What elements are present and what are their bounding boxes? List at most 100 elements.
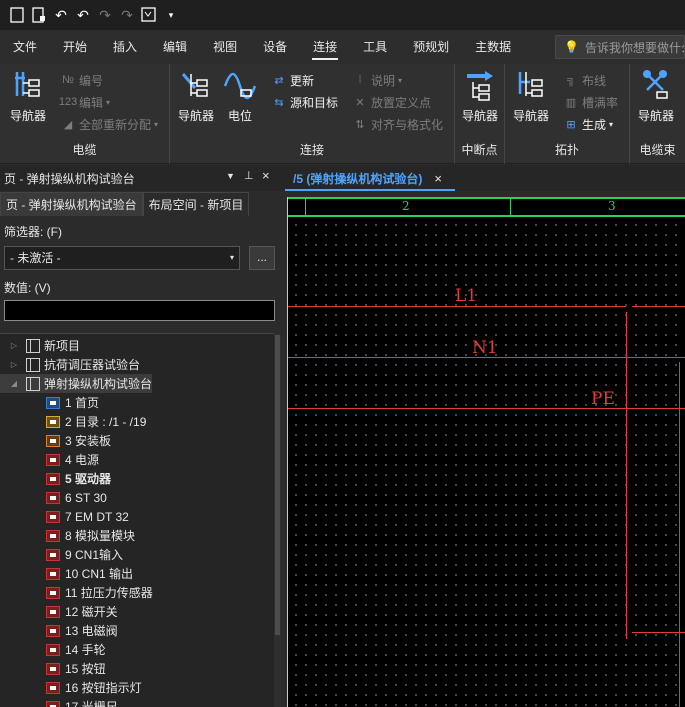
tree-project-item[interactable]: ▷ 抗荷调压器试验台 [0,355,140,374]
tree-item-label: 3 安装板 [65,434,112,448]
description-button[interactable]: ⁞ 说明 ▾ [352,70,402,90]
tell-me-placeholder: 告诉我你想要做什么 [584,40,685,55]
source-target-button[interactable]: ⇆ 源和目标 [271,92,338,112]
close-icon[interactable]: × [262,168,270,183]
save-as-icon[interactable] [30,6,48,24]
tree-page-item[interactable]: 12 磁开关 [0,602,118,621]
tree-item-label: 11 拉压力传感器 [65,586,153,600]
collapsed-icon[interactable]: ▷ [8,360,20,369]
menu-insert[interactable]: 插入 [100,30,150,64]
cable-navigator-icon [15,72,40,97]
tree-item-label: 13 电磁阀 [65,624,118,638]
menu-edit[interactable]: 编辑 [150,30,200,64]
fill-rate-button[interactable]: ▥ 槽满率 [563,92,618,112]
tree-page-item[interactable]: 10 CN1 输出 [0,564,133,583]
chevron-down-icon: ▾ [106,97,111,107]
potential-button[interactable]: 电位 [220,68,260,128]
topology-navigator-button[interactable]: 导航器 [511,68,551,128]
tree-item-label: 8 模拟量模块 [65,529,136,543]
tree-project-item[interactable]: ◢ 弹射操纵机构试验台 [0,374,153,393]
ribbon: 导航器 № 编号 123 编辑 ▾ ◢ 全部重新分配 ▾ 电缆 导航器 电位 ⇄ 更新 ⇆ 源… [0,64,685,164]
redo-all-icon[interactable]: ↷ [118,6,136,24]
column-ruler: 2 3 [288,197,685,217]
cable-number-button[interactable]: № 编号 [60,70,103,90]
tree-page-item[interactable]: 13 电磁阀 [0,621,118,640]
generate-button[interactable]: ⊞ 生成 ▾ [563,114,613,134]
connection-navigator-button[interactable]: 导航器 [176,68,216,128]
panel-menu-icon[interactable]: ▼ [226,171,235,181]
tree-page-item[interactable]: 7 EM DT 32 [0,507,129,526]
tree-item-label: 6 ST 30 [65,490,107,505]
pin-icon[interactable]: ⊥ [244,169,254,182]
page-navigator-panel: 页 - 弹射操纵机构试验台 ▼ ⊥ × 页 - 弹射操纵机构试验台 布局空间 -… [0,165,281,707]
cable-edit-button[interactable]: 123 编辑 ▾ [59,92,111,112]
tree-item-label: 弹射操纵机构试验台 [44,377,153,391]
cable-navigator-button[interactable]: 导航器 [8,68,48,128]
bundle-navigator-button[interactable]: 导航器 [636,68,676,128]
expanded-icon[interactable]: ◢ [8,379,20,388]
connection-navigator-icon [181,73,208,97]
customize-icon[interactable] [140,6,158,24]
menu-tools[interactable]: 工具 [350,30,400,64]
tree-page-item[interactable]: 1 首页 [0,393,99,412]
collapsed-icon[interactable]: ▷ [8,341,20,350]
menu-master-data[interactable]: 主数据 [462,30,524,64]
tab-pages[interactable]: 页 - 弹射操纵机构试验台 [0,192,143,216]
update-button[interactable]: ⇄ 更新 [271,70,314,90]
menu-start[interactable]: 开始 [50,30,100,64]
ribbon-group-cable-label: 电缆 [72,143,97,157]
undo-icon[interactable]: ↶ [52,6,70,24]
wire-vertical[interactable] [679,362,680,707]
value-input[interactable] [4,300,275,321]
tree-scrollbar-thumb[interactable] [275,335,280,635]
column-divider [510,199,511,215]
cable-reassign-button[interactable]: ◢ 全部重新分配 ▾ [60,114,158,134]
wire-label-l1: L1 [455,286,478,306]
save-icon[interactable] [8,6,26,24]
tree-item-label: 新项目 [44,339,81,353]
tree-page-item[interactable]: 6 ST 30 [0,488,107,507]
tab-layout-space[interactable]: 布局空间 - 新项目 [142,192,250,216]
filter-select[interactable]: - 未激活 - ▾ [4,246,240,270]
align-format-button[interactable]: ⇅ 对齐与格式化 [352,114,443,134]
tell-me-search[interactable]: 💡 告诉我你想要做什么 [555,35,685,59]
tree-page-item[interactable]: 9 CN1输入 [0,545,123,564]
close-icon[interactable]: × [434,171,442,186]
tree-page-item[interactable]: 14 手轮 [0,640,106,659]
tree-page-item[interactable]: 4 电源 [0,450,99,469]
tree-page-item[interactable]: 16 按钮指示灯 [0,678,142,697]
place-definition-button[interactable]: ✕ 放置定义点 [352,92,431,112]
menu-file[interactable]: 文件 [0,30,50,64]
chevron-down-icon: ▾ [398,75,403,85]
menu-view[interactable]: 视图 [200,30,250,64]
redo-icon[interactable]: ↷ [96,6,114,24]
tree-page-item[interactable]: 8 模拟量模块 [0,526,135,545]
menu-preplanning[interactable]: 预规划 [400,30,462,64]
document-tab-bar: /5 (弹射操纵机构试验台) × [281,165,685,191]
tree-page-item[interactable]: 3 安装板 [0,431,111,450]
undo-all-icon[interactable]: ↶ [74,6,92,24]
tree-page-item[interactable]: 17 光栅尺 [0,697,118,707]
page-icon [46,586,60,599]
tree-page-item[interactable]: 15 按钮 [0,659,106,678]
tree-page-item[interactable]: 11 拉压力传感器 [0,583,153,602]
document-tab[interactable]: /5 (弹射操纵机构试验台) × [285,165,455,191]
menu-device[interactable]: 设备 [250,30,300,64]
wire-l1-ext[interactable] [632,306,685,307]
breakpoint-navigator-icon [467,71,493,101]
wire-branch[interactable] [632,632,685,633]
menu-connection[interactable]: 连接 [300,30,350,64]
tree-project-item[interactable]: ▷ 新项目 [0,336,80,355]
page-icon [46,567,60,580]
breakpoint-navigator-button[interactable]: 导航器 [460,68,500,128]
filter-more-button[interactable]: ... [249,246,275,270]
page-icon [46,415,60,428]
tree-page-item[interactable]: 2 目录 : /1 - /19 [0,412,146,431]
tree-page-item[interactable]: 5 驱动器 [0,469,111,488]
route-button[interactable]: ╗ 布线 [563,70,606,90]
connection-navigator-label: 导航器 [177,109,214,123]
dropdown-icon[interactable]: ▾ [162,6,180,24]
wire-vertical[interactable] [626,312,627,639]
page-tree: ▷ 新项目 ▷ 抗荷调压器试验台 ◢ 弹射操纵机构试验台 1 首页 2 目录 : /1 - /… [0,333,274,707]
wire-l1[interactable] [288,306,626,307]
